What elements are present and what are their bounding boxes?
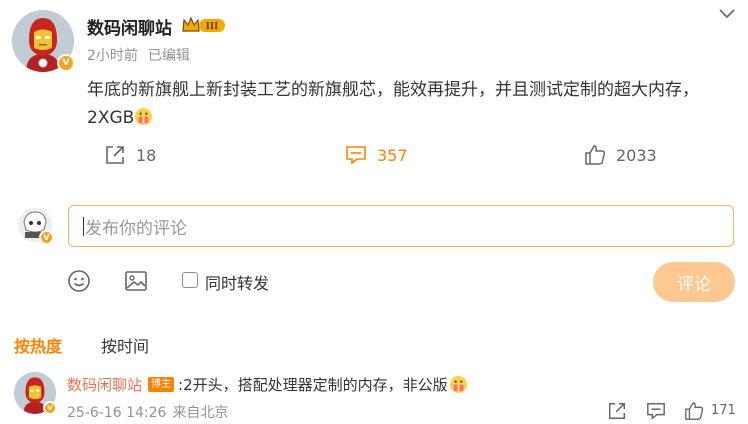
repost-count: 18 xyxy=(136,145,157,165)
like-count: 2033 xyxy=(616,145,657,165)
author-badge: 博主 xyxy=(148,377,175,392)
comment-meta: 25-6-16 14:26 来自北京 xyxy=(67,402,228,422)
emoji-icon[interactable] xyxy=(67,269,91,293)
repost-checkbox[interactable] xyxy=(182,272,198,288)
comment-author[interactable]: 数码闲聊站 xyxy=(67,374,142,395)
comment-location: 来自北京 xyxy=(172,405,229,421)
text-caret xyxy=(83,216,84,236)
comment-date: 25-6-16 14:26 xyxy=(67,405,167,421)
repost-icon xyxy=(106,146,124,164)
repost-checkbox-label[interactable]: 同时转发 xyxy=(205,270,269,294)
verified-badge: V xyxy=(39,230,54,245)
verified-badge: V xyxy=(57,54,75,72)
comment-icon xyxy=(346,146,366,165)
gift-emoji-icon xyxy=(135,107,153,126)
like-icon xyxy=(585,145,606,165)
post-time[interactable]: 2小时前 xyxy=(87,48,138,64)
submit-comment-button[interactable]: 评论 xyxy=(653,262,735,302)
comment-like-icon[interactable] xyxy=(684,401,704,421)
comment-input[interactable]: 发布你的评论 xyxy=(68,205,734,247)
comment-reply-icon[interactable] xyxy=(646,401,666,421)
comment-count: 357 xyxy=(377,145,408,165)
image-icon[interactable] xyxy=(124,269,148,293)
my-avatar[interactable]: V xyxy=(18,208,54,245)
crown-level: III xyxy=(206,22,219,32)
vip-crown-icon: III xyxy=(182,16,225,32)
verified-badge: V xyxy=(43,401,57,415)
post-meta: 2小时前 已编辑 xyxy=(87,45,190,65)
tab-sort-by-hot[interactable]: 按热度 xyxy=(14,333,62,357)
post-text: 年底的新旗舰上新封装工艺的新旗舰芯，能效再提升，并且测试定制的超大内存，2XGB xyxy=(87,76,737,132)
author-avatar[interactable]: V xyxy=(12,10,75,72)
post-body: 年底的新旗舰上新封装工艺的新旗舰芯，能效再提升，并且测试定制的超大内存，2XGB xyxy=(87,80,699,128)
comment-line: 数码闲聊站 博主 :2开头，搭配处理器定制的内存，非公版 xyxy=(67,374,468,395)
comment-placeholder: 发布你的评论 xyxy=(85,218,187,239)
comment-repost-icon[interactable] xyxy=(607,401,627,421)
tab-sort-by-time[interactable]: 按时间 xyxy=(101,333,149,357)
gift-emoji-icon xyxy=(449,375,467,394)
repost-button[interactable]: 18 xyxy=(104,144,156,166)
author-name[interactable]: 数码闲聊站 xyxy=(87,14,172,39)
like-button[interactable]: 2033 xyxy=(584,144,657,166)
comment-like-count: 171 xyxy=(711,403,736,418)
comment-text: :2开头，搭配处理器定制的内存，非公版 xyxy=(178,376,448,394)
comment-avatar[interactable]: V xyxy=(14,372,57,415)
edited-label: 已编辑 xyxy=(147,48,190,64)
comment-button[interactable]: 357 xyxy=(345,144,408,166)
chevron-down-icon[interactable] xyxy=(718,6,736,20)
